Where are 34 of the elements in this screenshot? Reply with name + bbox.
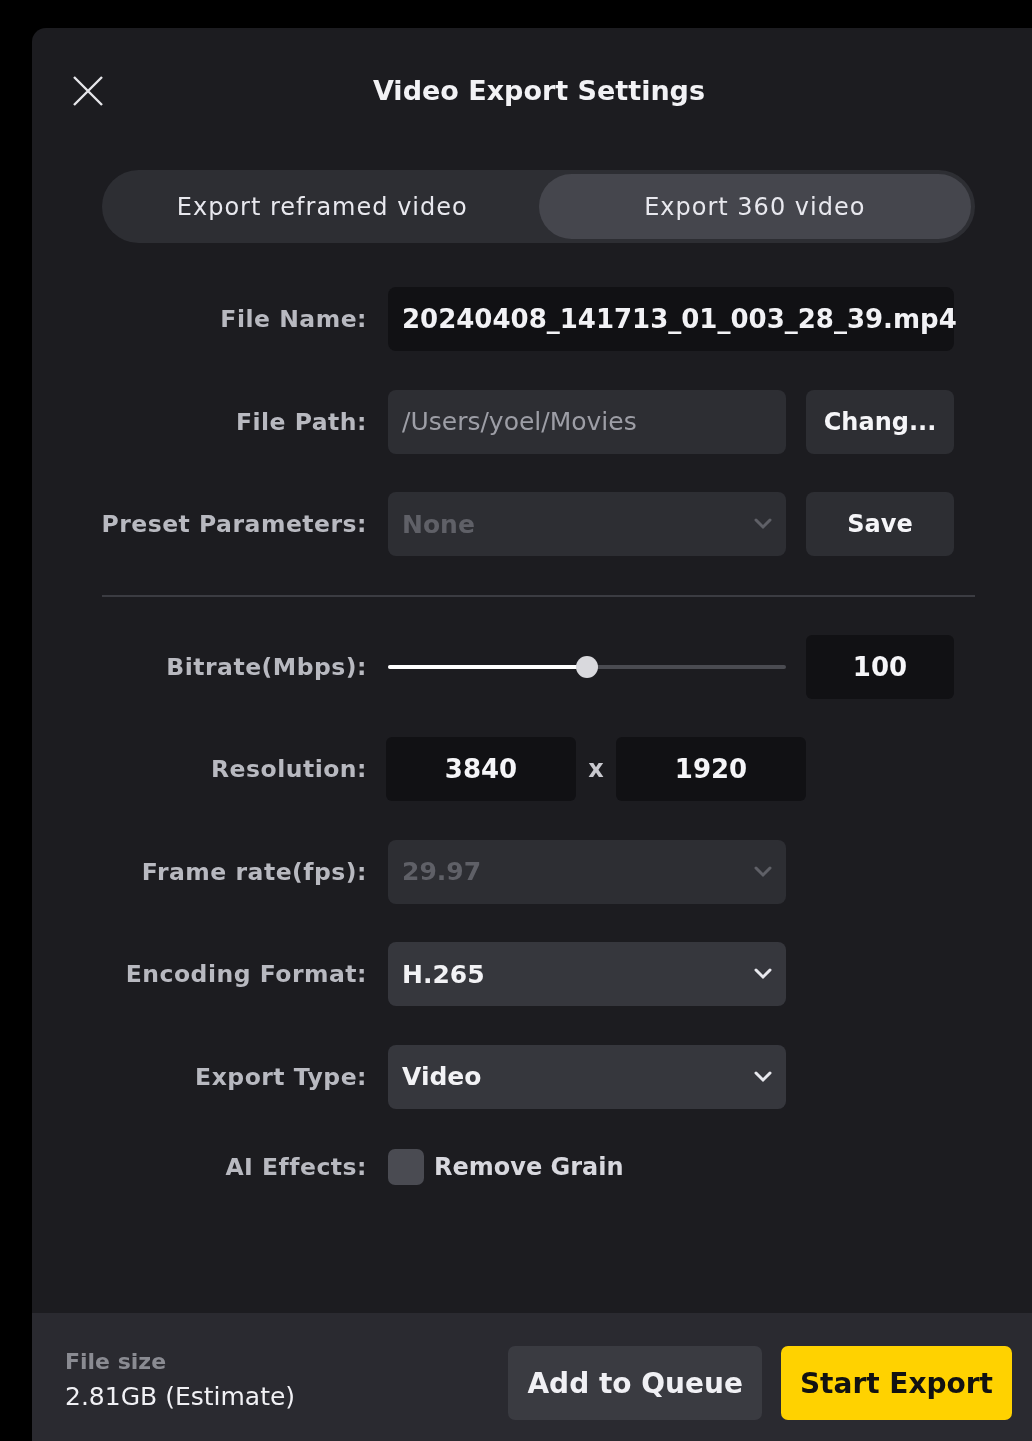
width-field[interactable]: 3840 — [386, 737, 576, 801]
change-button[interactable]: Chang... — [806, 389, 954, 454]
dropdown[interactable]: Video — [388, 1044, 786, 1109]
field-label: File Path: — [235, 407, 367, 436]
bitrate-value[interactable]: 100 — [806, 634, 954, 699]
chevron-down-icon — [754, 865, 772, 878]
field-label: File Name: — [220, 305, 367, 333]
chevron-down-icon — [754, 1070, 772, 1083]
dropdown[interactable]: H.265 — [388, 942, 786, 1006]
export-mode-tab[interactable]: Export 360 video — [538, 174, 971, 239]
field-label: Bitrate(Mbps): — [166, 652, 367, 681]
file-path-field[interactable]: /Users/yoel/Movies — [388, 389, 786, 454]
add-to-queue-button[interactable]: Add to Queue — [508, 1346, 762, 1420]
dialog-title: Video Export Settings — [372, 74, 706, 106]
start-export-button[interactable]: Start Export — [780, 1346, 1012, 1420]
export-mode-tab[interactable]: Export reframed video — [106, 174, 539, 239]
bitrate-slider[interactable] — [388, 654, 786, 679]
field-label: Frame rate(fps): — [141, 857, 367, 886]
times-sign: x — [587, 755, 605, 783]
field-label: Export Type: — [195, 1062, 367, 1091]
slider-thumb[interactable] — [576, 655, 598, 678]
file-name-field[interactable]: 20240408_141713_01_003_28_39.mp4 — [388, 287, 954, 351]
chevron-down-icon — [754, 968, 772, 980]
file-size-value: 2.81GB (Estimate) — [65, 1382, 297, 1411]
field-label: Preset Parameters: — [101, 510, 367, 538]
chevron-down-icon — [754, 518, 772, 530]
field-label: Encoding Format: — [125, 960, 367, 988]
field-label: AI Effects: — [225, 1153, 367, 1181]
field-label: Resolution: — [211, 755, 367, 783]
close-icon[interactable] — [72, 75, 104, 107]
height-field[interactable]: 1920 — [616, 737, 806, 801]
file-size-label: File size — [65, 1349, 168, 1374]
checkbox-label[interactable]: Remove Grain — [434, 1153, 624, 1181]
checkbox[interactable] — [388, 1149, 424, 1185]
